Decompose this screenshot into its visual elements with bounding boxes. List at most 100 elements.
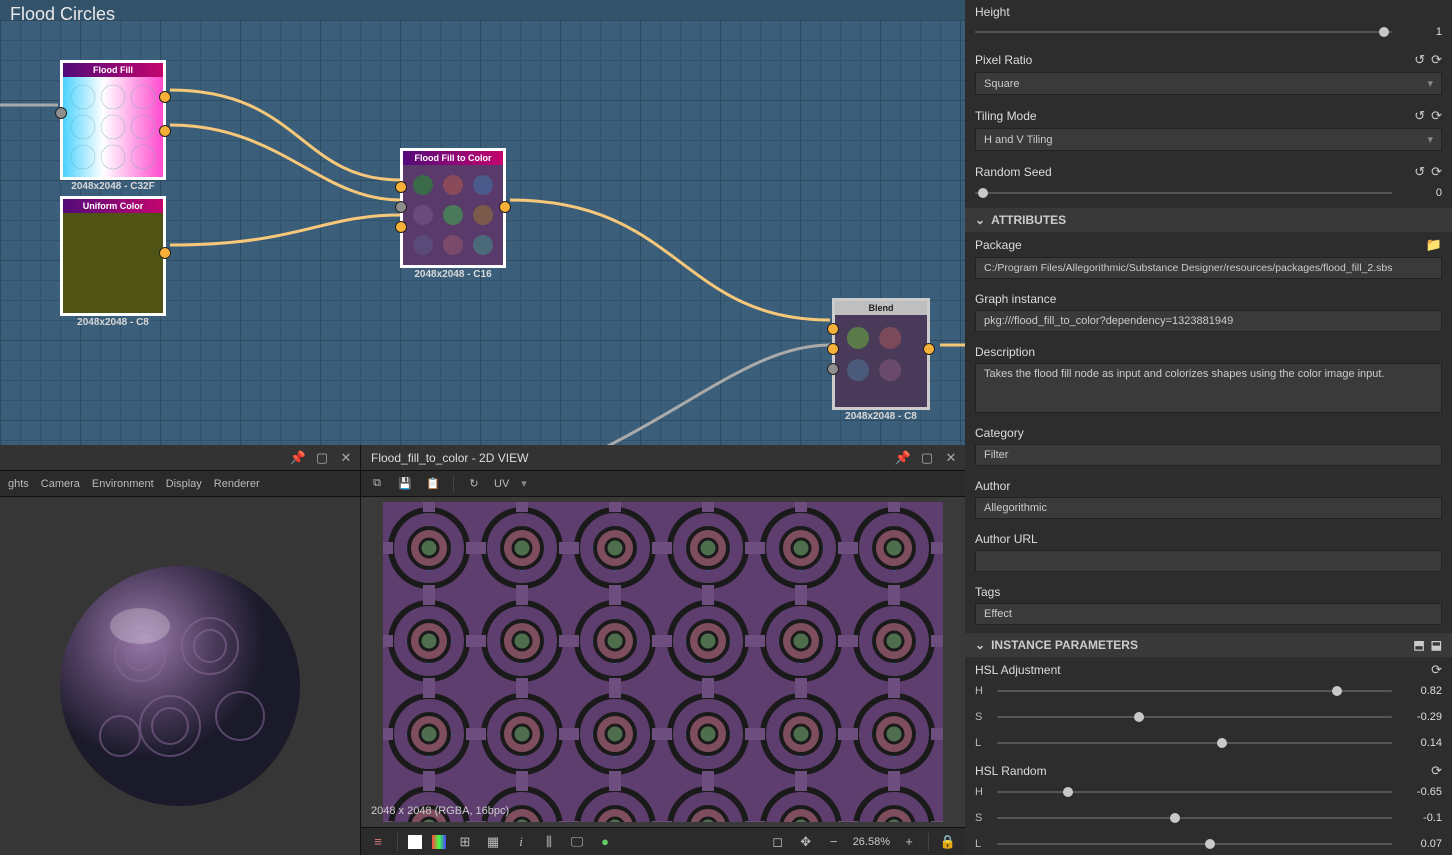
node-title: Flood Fill to Color [403,151,503,165]
save-icon[interactable]: 💾 [397,476,413,492]
reset-icon[interactable]: ⟳ [1431,662,1442,678]
2d-toolbar: ≡ ⊞ ▦ i ⫼ 🖵 ● ◻ ✥ − 26.58% + 🔒 [361,827,965,855]
author-field[interactable]: Allegorithmic [975,497,1442,519]
folder-icon[interactable]: 📁 [1426,237,1442,253]
3d-view-menu: ghts Camera Environment Display Renderer [0,471,360,497]
node-flood-fill[interactable]: Flood Fill 2048x2048 - C32F [60,60,166,180]
hsl-rand-h-slider[interactable] [997,785,1392,799]
category-field[interactable]: Filter [975,444,1442,466]
2d-viewport[interactable]: 2048 x 2048 (RGBA, 16bpc) [361,497,965,827]
output-port[interactable] [159,247,171,259]
copy-icon[interactable]: ⧉ [369,476,385,492]
menu-item[interactable]: Camera [41,478,80,490]
node-caption: 2048x2048 - C32F [71,181,154,192]
tags-field[interactable]: Effect [975,603,1442,625]
export-icon[interactable]: ⬓ [1431,638,1442,652]
output-port[interactable] [499,201,511,213]
reset-icon[interactable]: ⟳ [1431,52,1442,68]
lock-icon[interactable]: 🔒 [939,833,957,851]
input-port[interactable] [395,221,407,233]
tiling-icon[interactable]: ▦ [484,833,502,851]
pin-icon[interactable]: 📌 [895,450,911,466]
node-flood-fill-to-color[interactable]: Flood Fill to Color 2048x2048 - C16 [400,148,506,268]
grid-icon[interactable]: ⊞ [456,833,474,851]
input-port[interactable] [827,363,839,375]
node-caption: 2048x2048 - C16 [414,269,491,280]
histogram-icon[interactable]: ⫼ [540,833,558,851]
refresh-icon[interactable]: ↻ [466,476,482,492]
menu-item[interactable]: Environment [92,478,154,490]
input-port[interactable] [827,343,839,355]
node-blend[interactable]: Blend 2048x2048 - C8 [832,298,930,410]
chevron-down-icon: ⌄ [975,213,985,227]
node-caption: 2048x2048 - C8 [77,317,149,328]
zoom-level: 26.58% [853,836,890,848]
graph-instance-label: Graph instance [975,292,1056,306]
hsl-rand-l-slider[interactable] [997,837,1392,851]
output-port[interactable] [159,91,171,103]
paste-icon[interactable]: 📋 [425,476,441,492]
2d-view-title: Flood_fill_to_color - 2D VIEW [371,451,528,465]
menu-item[interactable]: Renderer [214,478,260,490]
chevron-down-icon: ⌄ [975,638,985,652]
package-field[interactable]: C:/Program Files/Allegorithmic/Substance… [975,257,1442,279]
fit-icon[interactable]: ◻ [769,833,787,851]
node-caption: 2048x2048 - C8 [845,411,917,422]
pin-icon[interactable]: 📌 [290,450,306,466]
3d-viewport[interactable] [0,497,360,855]
center-icon[interactable]: ✥ [797,833,815,851]
pixel-ratio-label: Pixel Ratio [975,53,1032,67]
close-icon[interactable]: ✕ [338,450,354,466]
import-icon[interactable]: ⬒ [1413,638,1424,652]
author-label: Author [975,479,1010,493]
input-port[interactable] [55,107,67,119]
hsl-adj-s-slider[interactable] [997,710,1392,724]
menu-item[interactable]: ghts [8,478,29,490]
graph-instance-field[interactable]: pkg:///flood_fill_to_color?dependency=13… [975,310,1442,332]
maximize-icon[interactable]: ▢ [919,450,935,466]
hsl-adj-l-slider[interactable] [997,736,1392,750]
output-port[interactable] [923,343,935,355]
hsl-adj-h-slider[interactable] [997,684,1392,698]
height-value: 1 [1400,26,1442,38]
rgb-icon[interactable] [432,835,446,849]
reset-icon[interactable]: ⟳ [1431,763,1442,779]
monitor-icon[interactable]: 🖵 [568,833,586,851]
package-label: Package [975,238,1022,252]
node-uniform-color[interactable]: Uniform Color 2048x2048 - C8 [60,196,166,316]
maximize-icon[interactable]: ▢ [314,450,330,466]
input-port[interactable] [395,181,407,193]
input-port[interactable] [827,323,839,335]
hsl-adj-label: HSL Adjustment [975,663,1061,677]
author-url-label: Author URL [975,532,1038,546]
input-port[interactable] [395,201,407,213]
mono-icon[interactable] [408,835,422,849]
random-seed-slider[interactable] [975,186,1392,200]
reset-icon[interactable]: ⟳ [1431,164,1442,180]
graph-panel[interactable]: Flood Circles Flood Fill 2048x2048 - C32… [0,0,965,445]
instance-params-section[interactable]: ⌄INSTANCE PARAMETERS⬒⬓ [965,633,1452,657]
height-slider[interactable] [975,25,1392,39]
attributes-section[interactable]: ⌄ATTRIBUTES [965,208,1452,232]
properties-panel: Height 1 Pixel Ratio↺⟳ Square Tiling Mod… [965,0,1452,855]
random-seed-label: Random Seed [975,165,1052,179]
menu-item[interactable]: Display [166,478,202,490]
link-icon[interactable]: ↺ [1414,164,1425,180]
reset-icon[interactable]: ⟳ [1431,108,1442,124]
close-icon[interactable]: ✕ [943,450,959,466]
sphere-icon[interactable]: ● [596,833,614,851]
description-field[interactable]: Takes the flood fill node as input and c… [975,363,1442,413]
uv-menu[interactable]: UV [494,478,509,490]
author-url-field[interactable] [975,550,1442,572]
hsl-rand-s-slider[interactable] [997,811,1392,825]
zoom-out-icon[interactable]: − [825,833,843,851]
link-icon[interactable]: ↺ [1414,52,1425,68]
tiling-mode-dropdown[interactable]: H and V Tiling [975,128,1442,151]
output-port[interactable] [159,125,171,137]
link-icon[interactable]: ↺ [1414,108,1425,124]
zoom-in-icon[interactable]: + [900,833,918,851]
layers-icon[interactable]: ≡ [369,833,387,851]
pixel-ratio-dropdown[interactable]: Square [975,72,1442,95]
info-icon[interactable]: i [512,833,530,851]
node-title: Blend [835,301,927,315]
